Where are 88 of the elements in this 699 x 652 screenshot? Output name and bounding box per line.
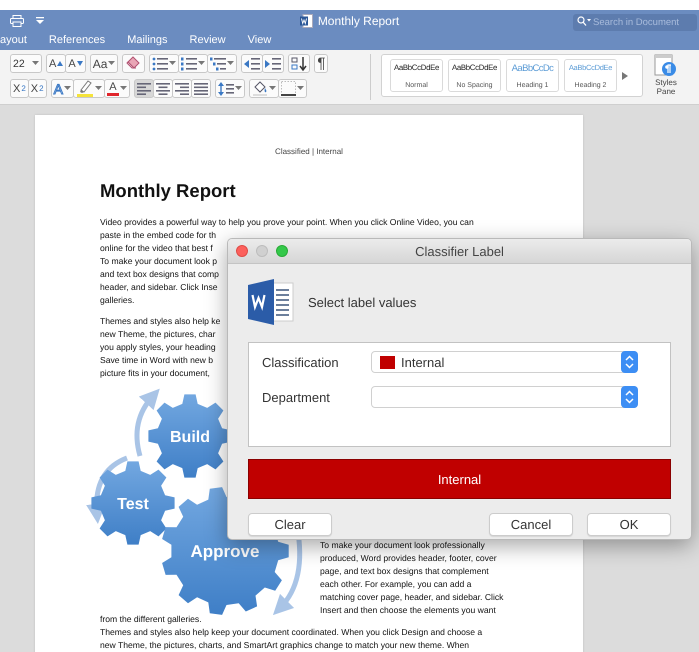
dropdown-field[interactable]: [371, 386, 638, 408]
field-label: Department: [262, 390, 331, 404]
field-label: Classification: [262, 354, 340, 370]
body-text-line: Themes and styles also help ke: [100, 315, 220, 328]
body-text-line: Save time in Word with new b: [100, 354, 214, 367]
highlight-button[interactable]: [72, 79, 105, 98]
page-header: Classified | Internal: [274, 147, 344, 156]
font-size-field[interactable]: 22: [10, 54, 42, 73]
body-text-line: matching cover page, header, and sidebar. Click: [320, 591, 504, 604]
indent-icon: [265, 56, 282, 70]
body-text-line: each other. For example, you can add a: [320, 578, 472, 591]
bullet-list-icon: [152, 56, 168, 70]
align-right-icon: [174, 82, 189, 94]
search-icon: [577, 16, 591, 26]
down-triangle-icon: [76, 61, 83, 66]
text-effects-button[interactable]: A: [50, 79, 74, 98]
customize-toolbar-icon[interactable]: [36, 17, 44, 24]
sort-button[interactable]: [288, 54, 310, 73]
body-text-line: Video provides a powerful way to help you prove your point. When you click Online Video, you can: [100, 216, 474, 229]
search-field[interactable]: Search in Document: [573, 14, 697, 31]
align-left-icon: [136, 82, 151, 94]
print-icon[interactable]: [10, 14, 24, 26]
window-title: Monthly Report: [318, 14, 400, 28]
align-right-button[interactable]: [172, 79, 192, 98]
body-text-line: Insert and then choose the elements you want: [320, 604, 496, 617]
dialog-button[interactable]: Cancel: [489, 513, 573, 536]
body-text-line: header, and sidebar. Click Inse: [100, 281, 218, 294]
justify-icon: [194, 82, 208, 94]
change-case-button[interactable]: Aa: [90, 54, 118, 73]
outdent-icon: [244, 56, 260, 70]
styles-pane-icon: [654, 54, 678, 78]
align-center-icon: [156, 82, 170, 94]
borders-button[interactable]: [278, 79, 307, 98]
justify-button[interactable]: [190, 79, 211, 98]
more-styles-icon[interactable]: [622, 72, 628, 80]
body-text-line: online for the video that best f: [100, 242, 213, 255]
grow-button[interactable]: A: [46, 54, 66, 73]
up-triangle-icon: [57, 61, 64, 66]
body-text-line: new Theme, the pictures, char: [100, 328, 216, 341]
body-text-line: paste in the embed code for th: [100, 229, 216, 242]
line-spacing-button[interactable]: [214, 79, 245, 98]
align-center-button[interactable]: [152, 79, 173, 98]
close-button[interactable]: [236, 245, 248, 257]
body-text-line: picture fits in your document,: [100, 367, 210, 380]
multilevel-list-icon: [210, 56, 226, 70]
word-document-icon: [248, 279, 294, 325]
dialog-heading: Select label values: [308, 294, 416, 310]
body-text-line: new Theme, the pictures, charts, and SmartArt graphics change to match your new theme. When: [100, 639, 470, 652]
styles-pane-button[interactable]: Styles Pane: [649, 54, 683, 104]
body-text-line: from the different galleries.: [100, 613, 202, 626]
dialog-title: Classifier Label: [415, 244, 504, 258]
clear-format-button[interactable]: [122, 54, 146, 73]
stepper-icon: [621, 386, 638, 408]
body-text-line: and text box designs that comp: [100, 268, 219, 281]
body-text-line: To make your document look professionally: [320, 539, 485, 552]
eraser-icon: [125, 56, 142, 72]
pilcrow-button[interactable]: ¶: [314, 54, 328, 73]
body-text-line: produced, Word provides header, footer, cover: [320, 552, 497, 565]
body-text-line: page, and text box designs that complement: [320, 565, 489, 578]
bullets-button[interactable]: [149, 54, 180, 73]
document-icon: [300, 14, 313, 28]
gear-label: Test: [117, 496, 149, 513]
multilevel-button[interactable]: [207, 54, 238, 73]
numbering-button[interactable]: [178, 54, 208, 73]
paint-bucket-icon: [252, 81, 268, 96]
document-title: Monthly Report: [100, 180, 237, 202]
font-color-button[interactable]: A: [104, 79, 130, 98]
body-text-line: Themes and styles also help keep your document coordinated. When you click Design and choose a: [100, 626, 482, 639]
gear-label: Approve: [190, 542, 260, 561]
border-icon: [280, 81, 296, 96]
indent-button[interactable]: [262, 54, 284, 73]
sort-icon: [291, 56, 308, 72]
numbered-list-icon: [181, 56, 198, 70]
body-text-line: you apply styles, your heading: [100, 341, 216, 354]
body-text-line: To make your document look p: [100, 255, 218, 268]
align-left-button[interactable]: [134, 79, 154, 98]
curved-arrow: [134, 388, 160, 457]
dialog-button[interactable]: Clear: [248, 513, 332, 536]
body-text-line: galleries.: [100, 294, 134, 307]
shrink-button[interactable]: A: [65, 54, 86, 73]
line-spacing-icon: [218, 82, 234, 96]
outdent-button[interactable]: [241, 54, 264, 73]
dialog-button[interactable]: OK: [587, 513, 671, 536]
dropdown-field[interactable]: Internal: [371, 351, 638, 373]
classification-banner: Internal: [248, 459, 671, 499]
stepper-icon: [621, 351, 638, 373]
gear-label: Build: [170, 429, 210, 446]
shading-button[interactable]: [248, 79, 279, 98]
